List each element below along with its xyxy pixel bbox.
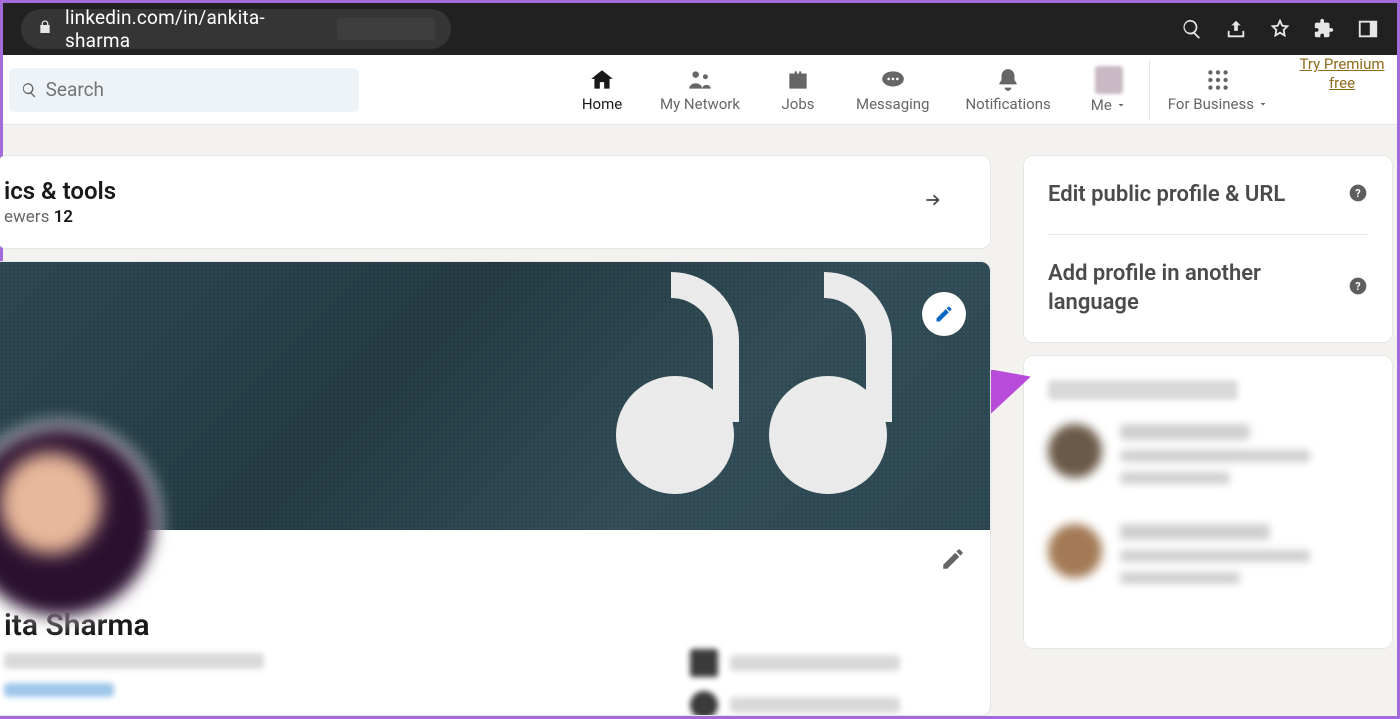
experience-item	[690, 649, 900, 677]
linkedin-top-nav: Home My Network Jobs Messaging Notificat…	[3, 55, 1397, 125]
try-premium-link[interactable]: Try Premium free	[1287, 55, 1397, 124]
nav-network[interactable]: My Network	[642, 55, 758, 124]
nav-home-label: Home	[582, 95, 622, 113]
profile-location-blurred	[4, 683, 114, 697]
nav-jobs-label: Jobs	[782, 95, 815, 113]
help-icon[interactable]: ?	[1348, 276, 1368, 300]
analytics-sub-prefix: ewers	[4, 207, 54, 227]
experience-item	[690, 691, 900, 716]
add-language-row[interactable]: Add profile in another language ?	[1048, 234, 1368, 342]
help-icon[interactable]: ?	[1348, 183, 1368, 207]
nav-notifications[interactable]: Notifications	[947, 55, 1068, 124]
profile-headline-blurred	[4, 653, 264, 669]
add-language-label: Add profile in another language	[1048, 259, 1308, 318]
caret-down-icon	[1115, 99, 1127, 111]
edit-public-profile-row[interactable]: Edit public profile & URL ?	[1048, 156, 1368, 234]
nav-network-label: My Network	[660, 95, 740, 113]
suggestion-item[interactable]	[1048, 524, 1368, 584]
cover-art-quotes	[612, 272, 900, 512]
lock-icon	[37, 19, 53, 39]
profile-name: ita Sharma	[4, 608, 966, 643]
edit-profile-button[interactable]	[940, 546, 966, 576]
home-icon	[589, 67, 615, 93]
profile-settings-card: Edit public profile & URL ? Add profile …	[1023, 155, 1393, 343]
company-logo-blurred	[690, 649, 718, 677]
nav-jobs[interactable]: Jobs	[758, 55, 838, 124]
person-headline-blurred	[1120, 550, 1310, 562]
people-suggestions-card	[1023, 355, 1393, 649]
company-name-blurred	[730, 655, 900, 671]
browser-toolbar-icons	[1181, 18, 1379, 40]
profile-card: ita Sharma	[0, 261, 991, 716]
jobs-icon	[785, 67, 811, 93]
zoom-icon[interactable]	[1181, 18, 1203, 40]
caret-down-icon	[1257, 98, 1269, 110]
experience-summary	[690, 649, 900, 716]
search-icon	[21, 81, 38, 99]
edit-cover-button[interactable]	[922, 292, 966, 336]
company-logo-blurred	[690, 691, 718, 716]
url-pill[interactable]: linkedin.com/in/ankita-sharma	[21, 9, 451, 49]
svg-text:?: ?	[1355, 187, 1360, 200]
analytics-title: ics & tools	[4, 177, 116, 205]
sidepanel-icon[interactable]	[1357, 18, 1379, 40]
extensions-icon[interactable]	[1313, 18, 1335, 40]
messaging-icon	[879, 67, 907, 93]
bell-icon	[995, 67, 1021, 93]
star-icon[interactable]	[1269, 18, 1291, 40]
nav-business-label: For Business	[1168, 95, 1254, 113]
share-icon[interactable]	[1225, 18, 1247, 40]
analytics-count: 12	[54, 207, 73, 227]
person-name-blurred	[1120, 424, 1250, 440]
nav-messaging[interactable]: Messaging	[838, 55, 947, 124]
nav-business[interactable]: For Business	[1150, 55, 1287, 124]
person-avatar-blurred	[1048, 524, 1102, 578]
company-name-blurred	[730, 697, 900, 713]
search-input[interactable]	[46, 78, 347, 101]
person-headline-blurred	[1120, 472, 1230, 484]
person-headline-blurred	[1120, 450, 1310, 462]
nav-messaging-label: Messaging	[856, 95, 929, 113]
suggestions-heading-blurred	[1048, 380, 1238, 400]
url-obscured	[337, 18, 435, 40]
nav-home[interactable]: Home	[562, 55, 642, 124]
url-text: linkedin.com/in/ankita-sharma	[65, 6, 325, 52]
person-name-blurred	[1120, 524, 1270, 540]
person-headline-blurred	[1120, 572, 1240, 584]
network-icon	[686, 67, 714, 93]
svg-text:?: ?	[1355, 281, 1360, 294]
nav-notifications-label: Notifications	[965, 95, 1050, 113]
pencil-icon	[940, 546, 966, 572]
apps-grid-icon	[1205, 67, 1231, 93]
avatar-thumbnail	[1095, 66, 1123, 94]
pencil-icon	[934, 304, 954, 324]
browser-address-bar: linkedin.com/in/ankita-sharma	[3, 3, 1397, 55]
nav-me-label: Me	[1091, 96, 1112, 114]
arrow-right-icon	[920, 190, 946, 214]
person-avatar-blurred	[1048, 424, 1102, 478]
nav-me[interactable]: Me	[1069, 55, 1149, 124]
suggestion-item[interactable]	[1048, 424, 1368, 484]
analytics-card[interactable]: ics & tools ewers 12	[0, 155, 991, 249]
edit-public-profile-label: Edit public profile & URL	[1048, 180, 1285, 210]
search-box[interactable]	[9, 68, 359, 112]
analytics-sub: ewers 12	[4, 207, 116, 227]
